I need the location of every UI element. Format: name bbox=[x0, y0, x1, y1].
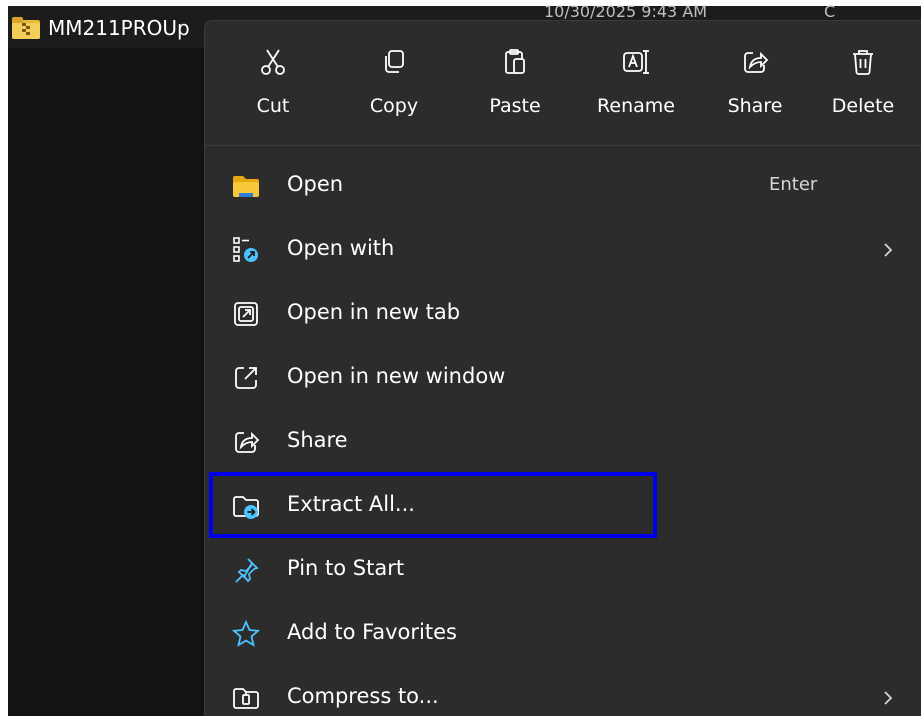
menu-item-open[interactable]: Open Enter bbox=[209, 157, 918, 215]
rename-label: Rename bbox=[597, 95, 675, 117]
menu-item-label: Add to Favorites bbox=[287, 620, 457, 644]
open-with-icon bbox=[233, 237, 258, 262]
share-label: Share bbox=[727, 95, 783, 117]
star-icon bbox=[231, 619, 261, 647]
copy-icon bbox=[385, 50, 404, 73]
cut-button[interactable]: Cut bbox=[225, 33, 321, 137]
menu-item-label: Open bbox=[287, 172, 344, 196]
menu-item-add-to-favorites[interactable]: Add to Favorites bbox=[209, 605, 918, 663]
rename-button[interactable]: Rename bbox=[588, 33, 684, 137]
copy-label: Copy bbox=[369, 95, 419, 117]
menu-item-label: Compress to... bbox=[287, 684, 439, 708]
paste-button[interactable]: Paste bbox=[467, 33, 563, 137]
menu-item-label: Open in new tab bbox=[287, 300, 461, 324]
compress-icon bbox=[233, 688, 259, 709]
scissors-icon bbox=[261, 49, 285, 75]
menu-item-label: Share bbox=[287, 428, 348, 452]
menu-item-share[interactable]: Share bbox=[209, 413, 918, 471]
trash-icon bbox=[853, 50, 873, 75]
delete-button[interactable]: Delete bbox=[815, 33, 911, 137]
menu-item-open-in-new-tab[interactable]: Open in new tab bbox=[209, 285, 918, 343]
file-name: MM211PROUp bbox=[48, 16, 190, 40]
file-type: C bbox=[824, 2, 836, 21]
paste-icon bbox=[505, 49, 525, 74]
menu-item-extract-all[interactable]: Extract All... bbox=[209, 477, 918, 535]
menu-divider bbox=[205, 145, 921, 146]
folder-icon bbox=[233, 176, 259, 197]
share-button[interactable]: Share bbox=[707, 33, 803, 137]
file-date: 10/30/2025 9:43 AM bbox=[544, 2, 708, 21]
copy-button[interactable]: Copy bbox=[346, 33, 442, 137]
menu-item-open-in-new-window[interactable]: Open in new window bbox=[209, 349, 918, 407]
screen: MM211PROUp 10/30/2025 9:43 AM C Cut Copy… bbox=[0, 0, 921, 716]
menu-item-shortcut: Enter bbox=[769, 174, 818, 195]
menu-item-label: Open with bbox=[287, 236, 395, 260]
extract-icon bbox=[233, 496, 259, 519]
menu-item-label: Extract All... bbox=[287, 492, 415, 516]
rename-icon bbox=[623, 50, 649, 74]
paste-label: Paste bbox=[489, 95, 541, 117]
menu-item-pin-to-start[interactable]: Pin to Start bbox=[209, 541, 918, 599]
menu-item-open-with[interactable]: Open with bbox=[209, 221, 918, 279]
share-icon bbox=[235, 431, 260, 453]
menu-item-label: Pin to Start bbox=[287, 556, 405, 580]
zip-folder-icon bbox=[12, 17, 40, 39]
menu-item-compress-to[interactable]: Compress to... bbox=[209, 669, 918, 716]
new-tab-icon bbox=[234, 302, 258, 326]
share-icon bbox=[744, 51, 769, 73]
navigation-pane bbox=[8, 48, 206, 716]
chevron-right-icon bbox=[884, 691, 893, 705]
context-menu: Cut Copy Paste Rename Share Delete Open … bbox=[204, 20, 921, 716]
delete-label: Delete bbox=[831, 95, 895, 117]
quick-actions-bar: Cut Copy Paste Rename Share Delete bbox=[223, 33, 913, 137]
new-window-icon bbox=[235, 367, 257, 389]
menu-item-label: Open in new window bbox=[287, 364, 506, 388]
pin-icon bbox=[235, 558, 259, 583]
cut-label: Cut bbox=[256, 95, 290, 117]
chevron-right-icon bbox=[884, 243, 893, 257]
